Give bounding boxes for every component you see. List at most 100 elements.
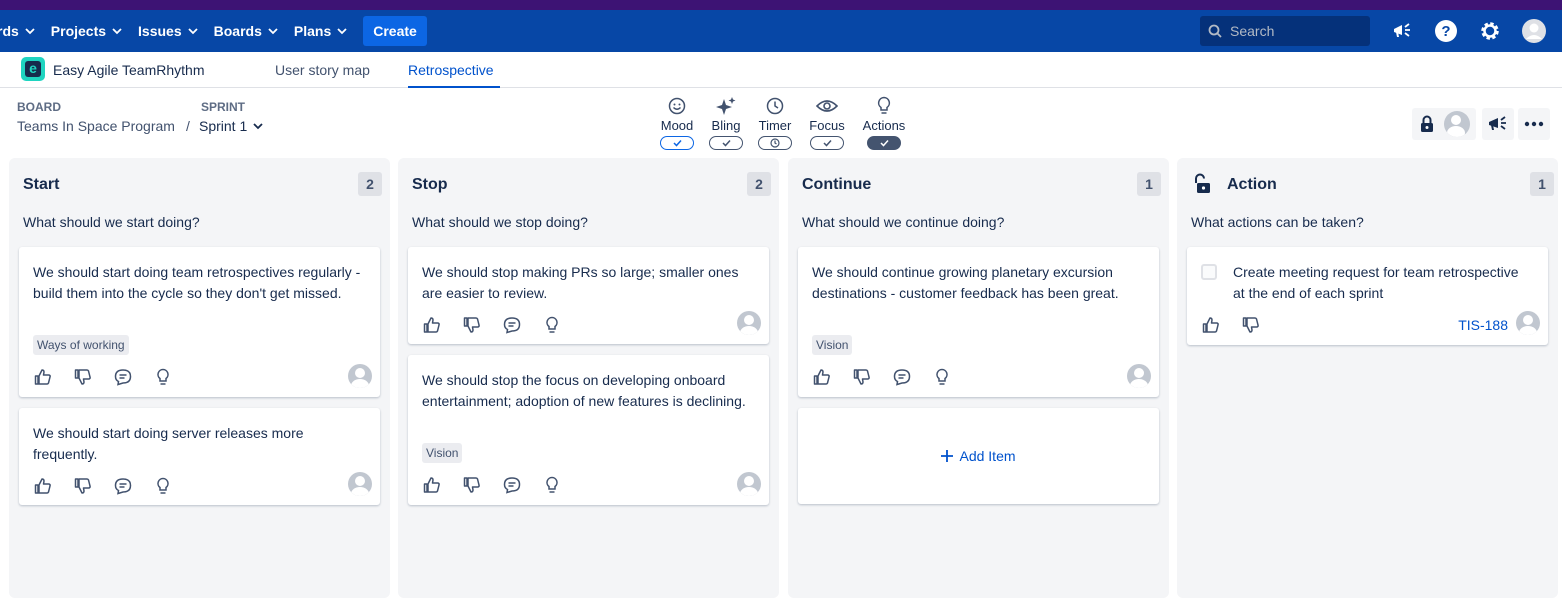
search-input[interactable]: Search (1200, 16, 1370, 46)
card-text: We should start doing team retrospective… (33, 264, 361, 301)
retro-card[interactable]: We should stop the focus on developing o… (408, 355, 769, 505)
focus-toggle[interactable] (810, 136, 844, 150)
nav-projects[interactable]: Projects (43, 10, 130, 52)
tool-timer[interactable]: Timer (745, 96, 805, 150)
more-options-button[interactable] (1518, 108, 1550, 140)
action-checkbox[interactable] (1201, 264, 1217, 280)
smile-icon (668, 97, 686, 115)
column-title: Start (23, 176, 60, 193)
card-author-avatar (737, 472, 761, 496)
tab-user-story-map[interactable]: User story map (275, 62, 370, 78)
lock-icon (1421, 115, 1433, 132)
app-name: Easy Agile TeamRhythm (53, 62, 205, 78)
card-author-avatar (737, 311, 761, 335)
help-icon[interactable]: ? (1434, 19, 1458, 43)
thumbs-down-icon[interactable] (852, 367, 872, 387)
lightbulb-icon[interactable] (153, 476, 173, 496)
timer-toggle[interactable] (758, 136, 792, 150)
comment-icon[interactable] (113, 476, 133, 496)
more-icon (1524, 121, 1544, 127)
check-icon (879, 139, 889, 147)
column-description: What actions can be taken? (1191, 214, 1364, 230)
breadcrumb-separator: / (186, 118, 190, 134)
column-continue: Continue 1 What should we continue doing… (788, 158, 1169, 598)
participant-avatar (1444, 111, 1470, 137)
thumbs-up-icon[interactable] (422, 315, 442, 335)
megaphone-icon[interactable] (1390, 19, 1414, 43)
sub-navigation: e Easy Agile TeamRhythm User story map R… (0, 52, 1562, 88)
tool-actions-label: Actions (862, 118, 906, 133)
column-title: Action (1227, 176, 1277, 193)
thumbs-up-icon[interactable] (33, 476, 53, 496)
sparkle-icon (716, 97, 736, 115)
announce-button[interactable] (1482, 108, 1514, 140)
mood-toggle[interactable] (660, 136, 694, 150)
retro-card[interactable]: We should stop making PRs so large; smal… (408, 247, 769, 344)
lightbulb-icon[interactable] (542, 315, 562, 335)
action-card[interactable]: Create meeting request for team retrospe… (1187, 247, 1548, 345)
comment-icon[interactable] (892, 367, 912, 387)
column-action: Action 1 What actions can be taken? Crea… (1177, 158, 1558, 598)
sprint-label: SPRINT (201, 100, 246, 114)
column-start: Start 2 What should we start doing? We s… (9, 158, 390, 598)
tool-actions[interactable]: Actions (854, 96, 914, 150)
clock-icon (770, 138, 780, 148)
thumbs-down-icon[interactable] (73, 367, 93, 387)
column-description: What should we start doing? (23, 214, 200, 230)
thumbs-up-icon[interactable] (33, 367, 53, 387)
card-tag[interactable]: Vision (812, 335, 853, 355)
retro-card[interactable]: We should start doing team retrospective… (19, 247, 380, 397)
column-title: Continue (802, 176, 872, 193)
clock-icon (766, 97, 784, 115)
tool-focus[interactable]: Focus (797, 96, 857, 150)
sprint-select[interactable]: Sprint 1 (199, 118, 263, 134)
nav-boards[interactable]: Boards (206, 10, 286, 52)
settings-icon[interactable] (1478, 19, 1502, 43)
comment-icon[interactable] (502, 475, 522, 495)
chevron-down-icon (253, 123, 263, 130)
issue-key-link[interactable]: TIS-188 (1458, 317, 1508, 333)
thumbs-down-icon[interactable] (462, 315, 482, 335)
lightbulb-icon (877, 96, 891, 114)
lightbulb-icon[interactable] (542, 475, 562, 495)
create-button[interactable]: Create (363, 16, 427, 46)
check-icon (672, 139, 682, 147)
nav-issues[interactable]: Issues (130, 10, 206, 52)
card-author-avatar (348, 472, 372, 496)
tool-timer-label: Timer (758, 118, 792, 133)
chevron-down-icon (188, 28, 198, 35)
lightbulb-icon[interactable] (932, 367, 952, 387)
chevron-down-icon (268, 28, 278, 35)
tab-retrospective[interactable]: Retrospective (408, 62, 494, 78)
chevron-down-icon (337, 28, 347, 35)
column-title: Stop (412, 176, 448, 193)
bling-toggle[interactable] (709, 136, 743, 150)
board-label: BOARD (17, 100, 61, 114)
thumbs-down-icon[interactable] (1241, 315, 1261, 335)
nav-dashboards[interactable]: rds (0, 10, 43, 52)
actions-toggle[interactable] (867, 136, 901, 150)
board-link[interactable]: Teams In Space Program (17, 118, 175, 134)
retro-card[interactable]: We should continue growing planetary exc… (798, 247, 1159, 397)
unlock-icon[interactable] (1193, 173, 1211, 195)
card-tag[interactable]: Ways of working (33, 335, 129, 355)
profile-avatar[interactable] (1522, 19, 1546, 43)
retro-card[interactable]: We should start doing server releases mo… (19, 408, 380, 505)
chevron-down-icon (112, 28, 122, 35)
top-navigation: rds Projects Issues Boards Plans Create … (0, 10, 1562, 52)
thumbs-up-icon[interactable] (422, 475, 442, 495)
column-count: 1 (1137, 172, 1161, 196)
thumbs-up-icon[interactable] (1201, 315, 1221, 335)
add-item-button[interactable]: Add Item (798, 408, 1159, 504)
search-placeholder: Search (1230, 23, 1275, 39)
thumbs-down-icon[interactable] (462, 475, 482, 495)
svg-text:?: ? (1441, 23, 1450, 40)
lightbulb-icon[interactable] (153, 367, 173, 387)
nav-plans[interactable]: Plans (286, 10, 355, 52)
board-access-button[interactable] (1412, 108, 1476, 140)
comment-icon[interactable] (113, 367, 133, 387)
card-tag[interactable]: Vision (422, 443, 463, 463)
comment-icon[interactable] (502, 315, 522, 335)
thumbs-down-icon[interactable] (73, 476, 93, 496)
thumbs-up-icon[interactable] (812, 367, 832, 387)
